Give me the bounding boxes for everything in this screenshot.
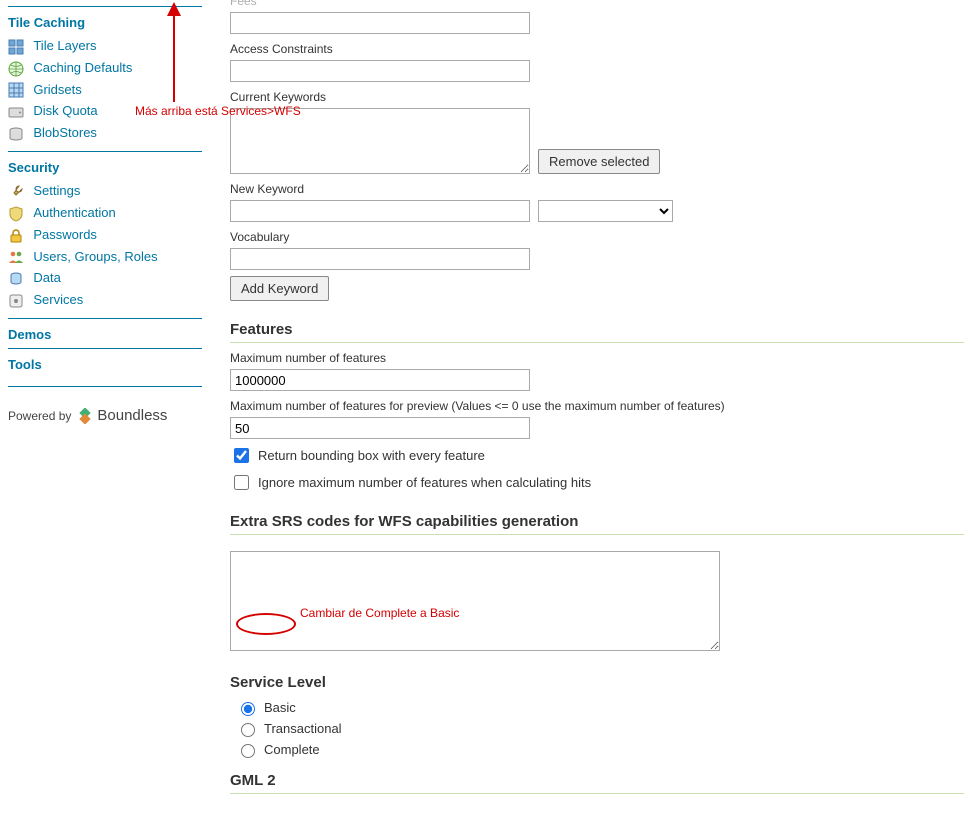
keyword-language-select[interactable] (538, 200, 673, 222)
boundless-icon (77, 408, 93, 424)
service-level-transactional-label: Transactional (264, 721, 342, 736)
sidebar-link-label[interactable]: BlobStores (33, 125, 97, 140)
sidebar-link-label[interactable]: Settings (33, 183, 80, 198)
gml2-heading: GML 2 (230, 772, 964, 794)
service-level-complete-label: Complete (264, 742, 320, 757)
sidebar-group-demos[interactable]: Demos (8, 318, 202, 342)
sidebar-link-label[interactable]: Users, Groups, Roles (33, 249, 157, 264)
sidebar-item-authentication[interactable]: Authentication (8, 203, 202, 225)
globe-icon (8, 61, 24, 77)
max-features-input[interactable] (230, 369, 530, 391)
sidebar-link-label[interactable]: Gridsets (33, 82, 81, 97)
add-keyword-button[interactable]: Add Keyword (230, 276, 329, 301)
sidebar-item-data[interactable]: Data (8, 268, 202, 290)
service-level-complete-radio[interactable] (241, 744, 255, 758)
powered-by: Powered by Boundless (8, 407, 202, 424)
services-icon (8, 293, 24, 309)
grid-icon (8, 39, 24, 55)
sidebar-item-services[interactable]: Services (8, 290, 202, 312)
sidebar-item-blobstores[interactable]: BlobStores (8, 123, 202, 145)
service-level-transactional-radio[interactable] (241, 723, 255, 737)
lock-icon (8, 228, 24, 244)
ignore-max-checkbox[interactable] (234, 475, 249, 490)
sidebar-link-label[interactable]: Passwords (33, 227, 97, 242)
return-bbox-checkbox[interactable] (234, 448, 249, 463)
fees-label: Fees (230, 0, 964, 8)
boundless-logo: Boundless (77, 407, 167, 424)
wrench-icon (8, 184, 24, 200)
blob-icon (8, 126, 24, 142)
sidebar-item-settings[interactable]: Settings (8, 181, 202, 203)
ignore-max-label: Ignore maximum number of features when c… (258, 475, 591, 490)
service-level-basic-label: Basic (264, 700, 296, 715)
gridset-icon (8, 82, 24, 98)
sidebar-group-title: Demos (8, 327, 202, 342)
fees-input[interactable] (230, 12, 530, 34)
sidebar-link-label[interactable]: Tile Layers (33, 38, 96, 53)
features-heading: Features (230, 321, 964, 343)
sidebar-group-tools[interactable]: Tools (8, 348, 202, 387)
sidebar-group-title: Security (8, 160, 202, 175)
annotation-circle-note: Cambiar de Complete a Basic (300, 606, 459, 620)
data-icon (8, 271, 24, 287)
new-keyword-label: New Keyword (230, 182, 964, 196)
brand-name: Boundless (97, 407, 167, 424)
sidebar-link-label[interactable]: Disk Quota (33, 103, 97, 118)
annotation-arrow (167, 2, 181, 102)
sidebar-group-title: Tools (8, 357, 202, 372)
vocabulary-input[interactable] (230, 248, 530, 270)
max-features-label: Maximum number of features (230, 351, 964, 365)
sidebar: Tile Caching Tile Layers Caching Default… (0, 0, 210, 822)
current-keywords-label: Current Keywords (230, 90, 964, 104)
users-icon (8, 249, 24, 265)
sidebar-item-users-groups-roles[interactable]: Users, Groups, Roles (8, 247, 202, 269)
max-features-preview-label: Maximum number of features for preview (… (230, 399, 964, 413)
main-content: Fees Access Constraints Current Keywords… (210, 0, 974, 822)
vocabulary-label: Vocabulary (230, 230, 964, 244)
return-bbox-label: Return bounding box with every feature (258, 448, 485, 463)
access-constraints-label: Access Constraints (230, 42, 964, 56)
service-level-heading: Service Level (230, 674, 964, 691)
sidebar-link-label[interactable]: Caching Defaults (33, 60, 132, 75)
sidebar-link-label[interactable]: Data (33, 270, 60, 285)
annotation-top-note: Más arriba está Services>WFS (135, 104, 301, 118)
powered-by-label: Powered by (8, 409, 71, 423)
new-keyword-input[interactable] (230, 200, 530, 222)
sidebar-group-security: Security Settings Authentication (8, 151, 202, 312)
sidebar-link-label[interactable]: Authentication (33, 205, 115, 220)
disk-icon (8, 104, 24, 120)
shield-icon (8, 206, 24, 222)
sidebar-link-label[interactable]: Services (33, 292, 83, 307)
sidebar-item-passwords[interactable]: Passwords (8, 225, 202, 247)
access-constraints-input[interactable] (230, 60, 530, 82)
remove-selected-button[interactable]: Remove selected (538, 149, 660, 174)
extra-srs-heading: Extra SRS codes for WFS capabilities gen… (230, 513, 964, 535)
service-level-basic-radio[interactable] (241, 702, 255, 716)
max-features-preview-input[interactable] (230, 417, 530, 439)
extra-srs-textarea[interactable] (230, 551, 720, 651)
